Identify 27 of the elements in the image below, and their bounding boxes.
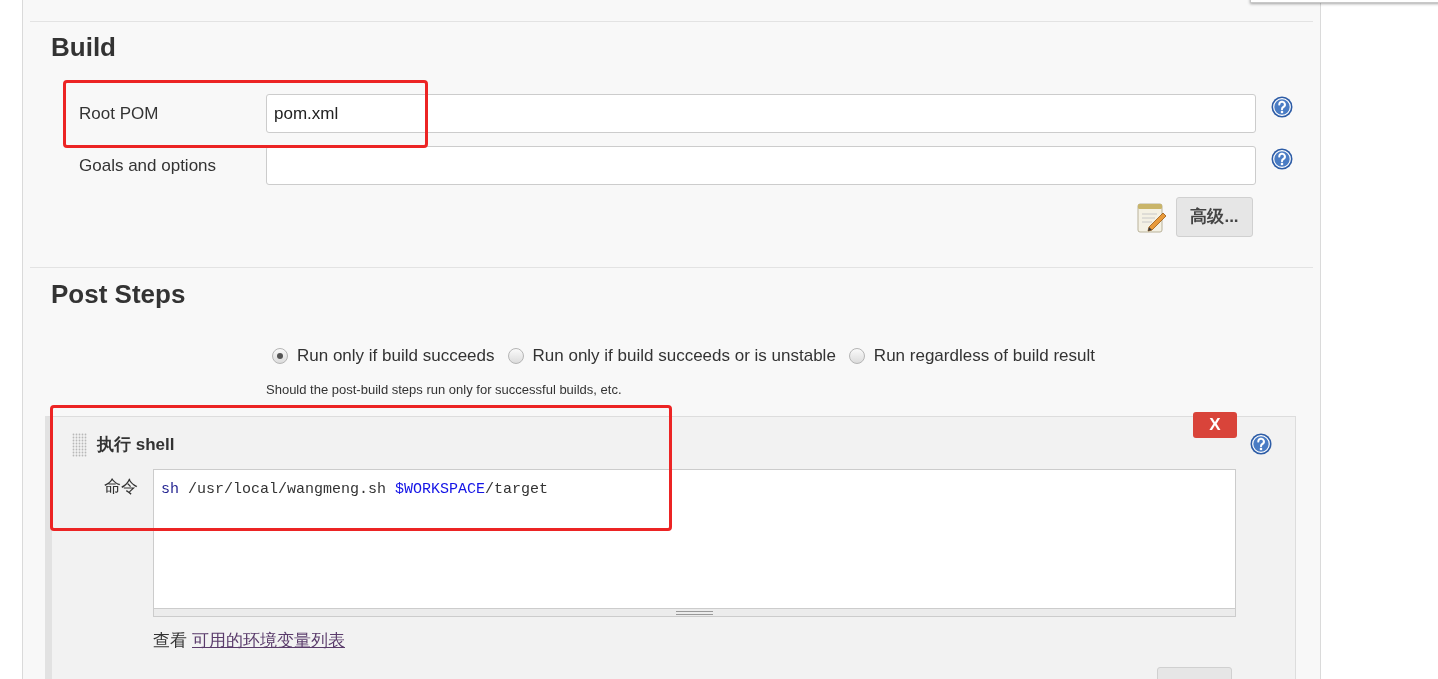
- help-icon[interactable]: [1271, 148, 1293, 170]
- radio-icon[interactable]: [848, 348, 865, 364]
- field-label: Root POM: [79, 103, 160, 124]
- delete-button[interactable]: X: [1193, 412, 1237, 438]
- radio-icon[interactable]: [507, 348, 524, 364]
- radio-option[interactable]: Run only if build succeeds: [272, 345, 495, 367]
- radio-icon[interactable]: [272, 348, 288, 364]
- help-icon[interactable]: [1271, 96, 1293, 118]
- step-title: 执行 shell: [97, 434, 175, 457]
- drag-handle-icon[interactable]: [72, 433, 87, 457]
- command-text: sh /usr/local/wangmeng.sh $WORKSPACE/target: [161, 481, 549, 498]
- section-heading: Post Steps: [51, 279, 186, 309]
- advanced-button[interactable]: 高级...: [1176, 197, 1253, 237]
- radio-option[interactable]: Run only if build succeeds or is unstable: [507, 345, 836, 367]
- radio-option[interactable]: Run regardless of build result: [848, 345, 1095, 367]
- env-vars-link[interactable]: 可用的环境变量列表: [192, 628, 345, 654]
- hint-text: 查看: [153, 630, 187, 653]
- help-icon[interactable]: [1250, 433, 1272, 455]
- text-field[interactable]: pom.xml: [266, 94, 1256, 133]
- text-field[interactable]: [266, 146, 1256, 185]
- section-heading: Build: [51, 32, 116, 62]
- resize-handle[interactable]: [154, 608, 1235, 616]
- help-text: Should the post-build steps run only for successful builds, etc.: [266, 382, 622, 398]
- command-textarea[interactable]: sh /usr/local/wangmeng.sh $WORKSPACE/target: [153, 469, 1236, 617]
- notepad-pencil-icon[interactable]: [1137, 201, 1167, 233]
- field-label: Goals and options: [79, 155, 218, 176]
- field-label: 命令: [103, 477, 138, 497]
